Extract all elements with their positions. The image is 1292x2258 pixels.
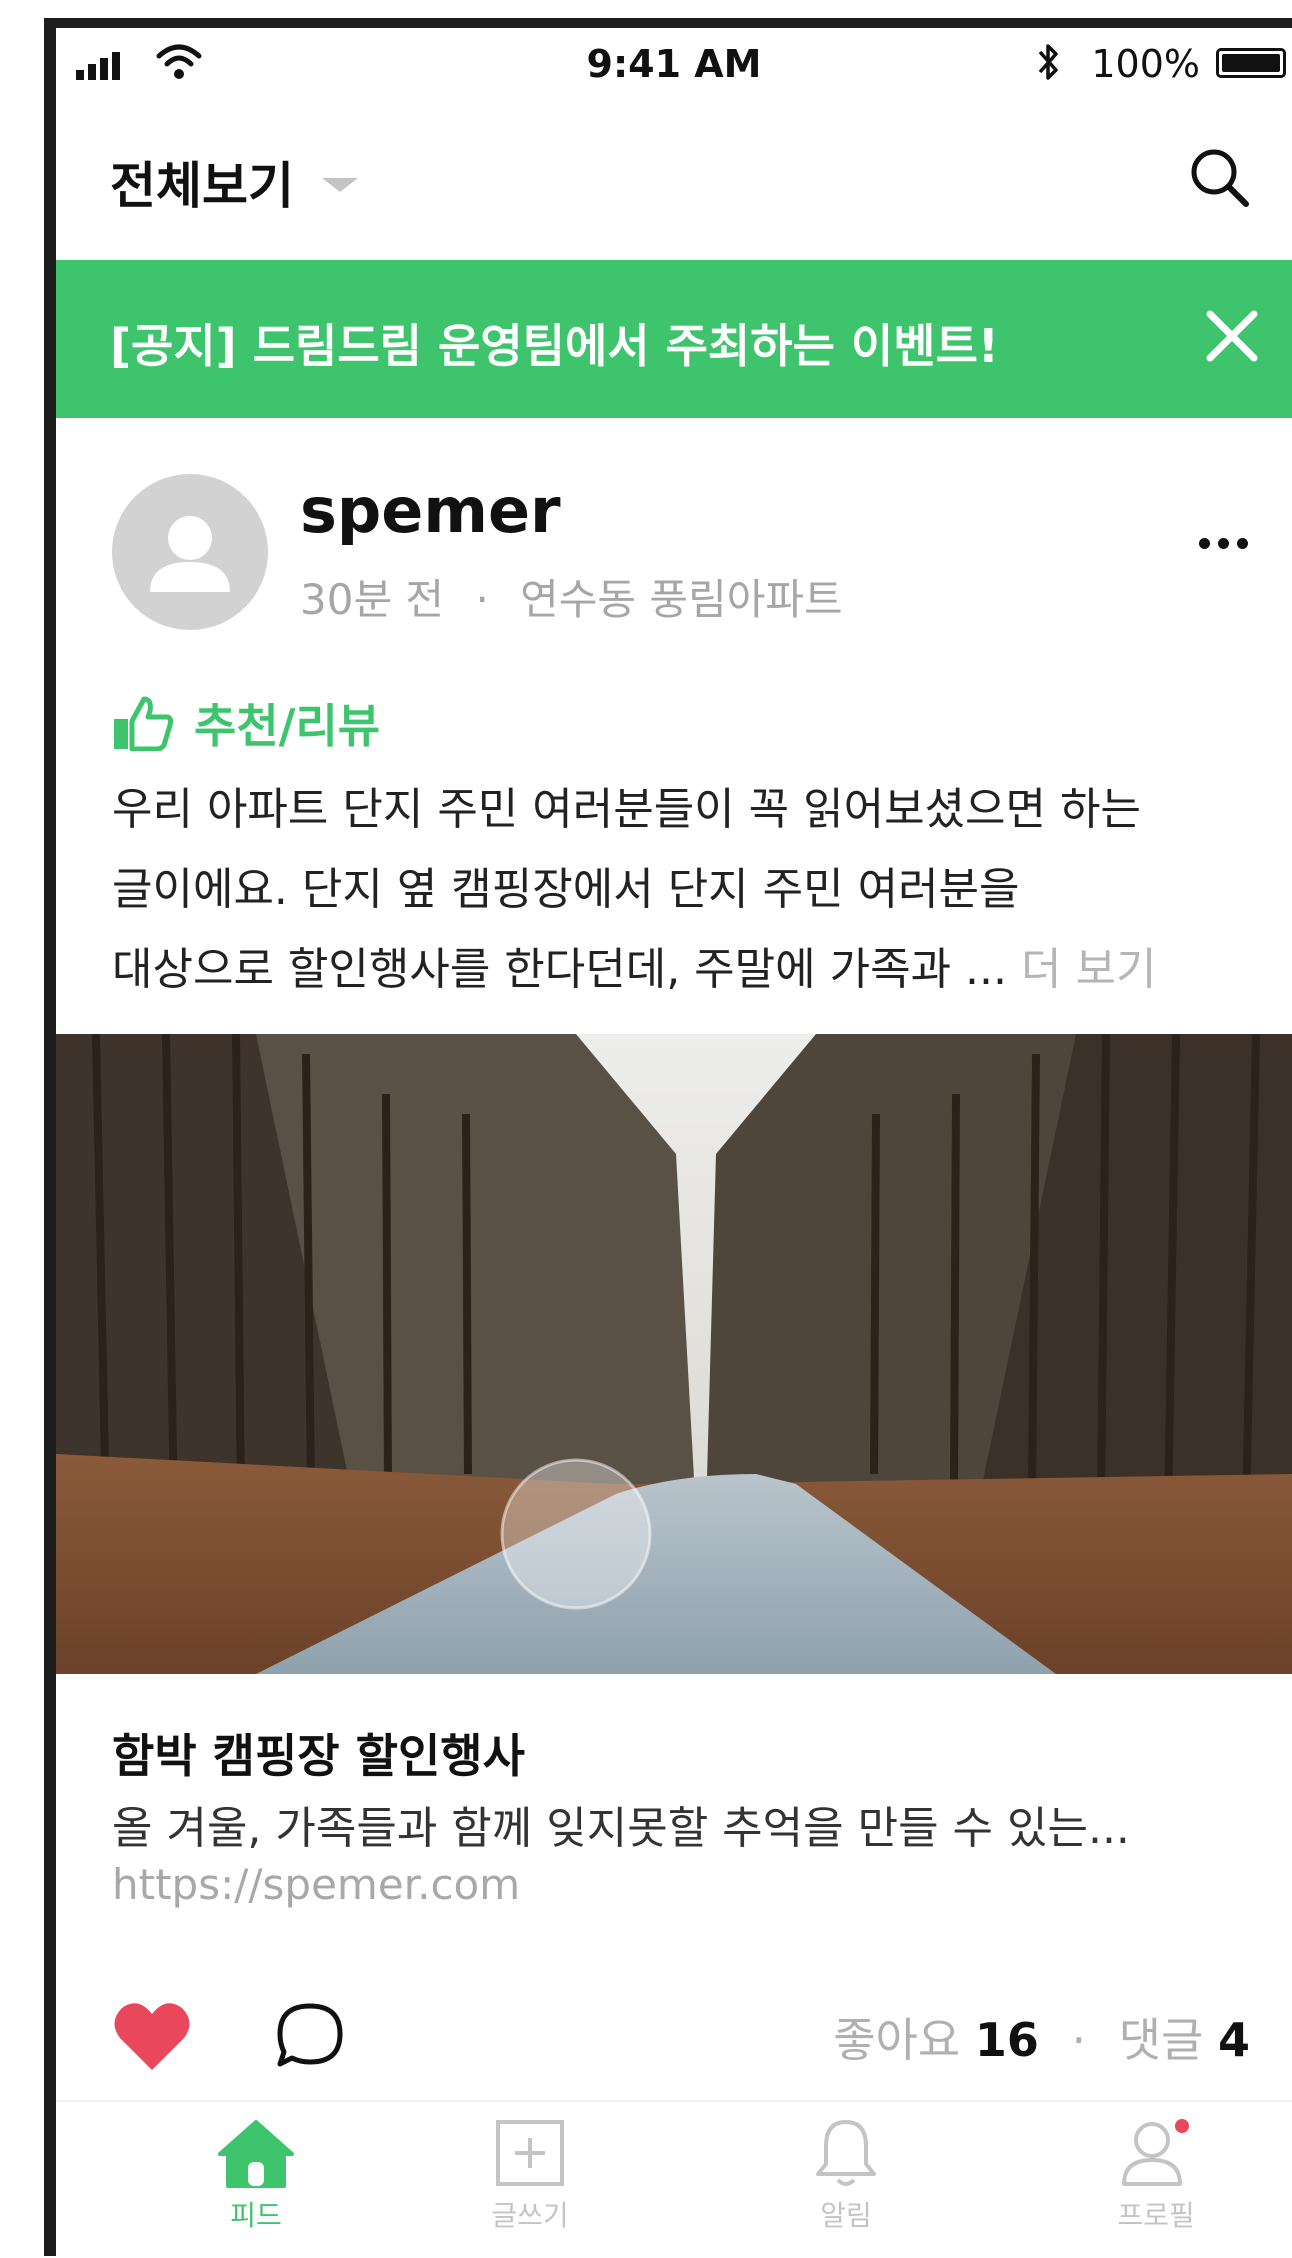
tab-profile[interactable]: 프로필 [1056, 2118, 1256, 2234]
notice-banner[interactable]: [공지] 드림드림 운영팀에서 주최하는 이벤트! [56, 260, 1292, 418]
bell-icon [816, 2120, 876, 2186]
write-icon [496, 2120, 564, 2186]
search-icon[interactable] [1186, 144, 1252, 210]
bluetooth-icon [1038, 44, 1058, 80]
more-options-button[interactable] [1199, 538, 1248, 549]
body-line: 글이에요. 단지 옆 캠핑장에서 단지 주민 여러분을 [112, 864, 1020, 915]
heart-icon[interactable] [112, 2000, 192, 2072]
likes-count: 16 [974, 2013, 1039, 2067]
home-icon [218, 2120, 294, 2188]
tab-label: 피드 [230, 2199, 282, 2232]
likes-label: 좋아요 [833, 2013, 961, 2067]
battery-percent: 100% [1091, 42, 1200, 86]
stats-separator: · [1071, 2013, 1087, 2067]
link-preview-title[interactable]: 함박 캠핑장 할인행사 [112, 1720, 525, 1786]
post-meta: 30분 전 · 연수동 풍림아파트 [300, 566, 843, 627]
body-line-last: 대상으로 할인행사를 한다던데, 주말에 가족과 ... 더 보기 [112, 930, 1262, 1010]
link-preview-description: 올 겨울, 가족들과 함께 잊지못할 추억을 만들 수 있는... [112, 1803, 1130, 1854]
comments-label: 댓글 [1118, 2013, 1204, 2067]
tab-notifications[interactable]: 알림 [746, 2118, 946, 2234]
link-preview-url[interactable]: https://spemer.com [112, 1860, 520, 1909]
read-more-link[interactable]: 더 보기 [1021, 944, 1156, 995]
dot-icon [1218, 538, 1229, 549]
category-label: 추천/리뷰 [194, 699, 381, 753]
tab-feed[interactable]: 피드 [156, 2118, 356, 2234]
post-author[interactable]: spemer [300, 474, 561, 547]
chevron-down-icon [322, 178, 358, 192]
dot-icon [1237, 538, 1248, 549]
dot-icon [1199, 538, 1210, 549]
user-silhouette-icon [150, 516, 230, 592]
notice-text: [공지] 드림드림 운영팀에서 주최하는 이벤트! [110, 319, 999, 373]
comments-count: 4 [1217, 2013, 1250, 2067]
body-line: 우리 아파트 단지 주민 여러분들이 꼭 읽어보셨으면 하는 [112, 784, 1141, 835]
post-location: 연수동 풍림아파트 [520, 575, 843, 624]
comment-icon[interactable] [274, 2000, 346, 2072]
tab-label: 알림 [820, 2199, 872, 2232]
app-header: 전체보기 [56, 110, 1292, 260]
post-body: 우리 아파트 단지 주민 여러분들이 꼭 읽어보셨으면 하는 글이에요. 단지 … [112, 770, 1262, 1010]
post-photo[interactable] [56, 1034, 1292, 1674]
tab-label: 프로필 [1117, 2199, 1195, 2232]
tab-label: 글쓰기 [491, 2199, 569, 2232]
body-line-text: 대상으로 할인행사를 한다던데, 주말에 가족과 ... [112, 944, 1007, 995]
post-stats: 좋아요 16 · 댓글 4 [833, 2004, 1250, 2070]
forest-road-image [56, 1034, 1292, 1674]
close-icon[interactable] [1202, 306, 1262, 366]
thumbs-up-icon [114, 696, 174, 751]
filter-label: 전체보기 [110, 157, 294, 215]
meta-separator: · [475, 575, 489, 624]
device-frame-left [44, 18, 56, 2256]
avatar[interactable] [112, 474, 268, 630]
profile-icon [1122, 2119, 1189, 2186]
status-bar: 9:41 AM 100% [56, 28, 1292, 100]
device-frame-top [44, 18, 1292, 28]
filter-dropdown[interactable]: 전체보기 [110, 146, 358, 218]
post-time: 30분 전 [300, 575, 445, 624]
battery-icon [1216, 48, 1286, 78]
post-category: 추천/리뷰 [112, 690, 380, 756]
tab-write[interactable]: 글쓰기 [430, 2118, 630, 2234]
bottom-tab-bar: 피드 글쓰기 알림 프로필 [56, 2100, 1292, 2258]
